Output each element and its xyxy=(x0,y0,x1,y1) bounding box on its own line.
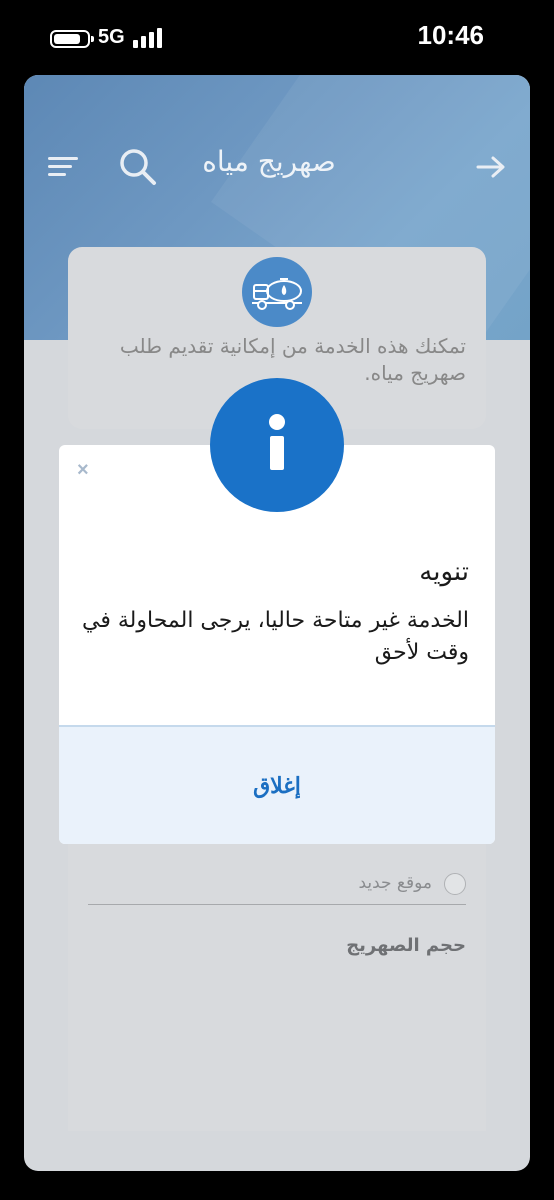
tank-size-label: حجم الصهريج xyxy=(346,935,466,956)
battery-icon xyxy=(50,30,94,48)
dialog-title: تنويه xyxy=(419,557,469,587)
back-arrow-icon[interactable] xyxy=(476,155,506,179)
request-form: موقع جديد حجم الصهريج xyxy=(68,835,486,1131)
info-icon xyxy=(210,378,344,512)
search-icon[interactable] xyxy=(118,147,158,187)
network-type: 5G xyxy=(98,26,125,48)
new-location-option[interactable]: موقع جديد xyxy=(88,865,466,905)
close-button[interactable]: إغلاق xyxy=(59,727,495,844)
dialog-message: الخدمة غير متاحة حاليا، يرجى المحاولة في… xyxy=(82,608,469,665)
signal-icon xyxy=(133,28,163,48)
water-truck-icon xyxy=(242,257,312,327)
dialog-footer: إغلاق xyxy=(59,725,495,844)
menu-icon[interactable] xyxy=(48,155,78,179)
radio-label: موقع جديد xyxy=(358,873,432,893)
page-title: صهريج مياه xyxy=(202,145,336,178)
status-time: 10:46 xyxy=(417,20,485,50)
close-icon[interactable]: × xyxy=(77,459,89,482)
status-bar: 5G 10:46 xyxy=(0,0,554,75)
radio-button[interactable] xyxy=(444,873,466,895)
